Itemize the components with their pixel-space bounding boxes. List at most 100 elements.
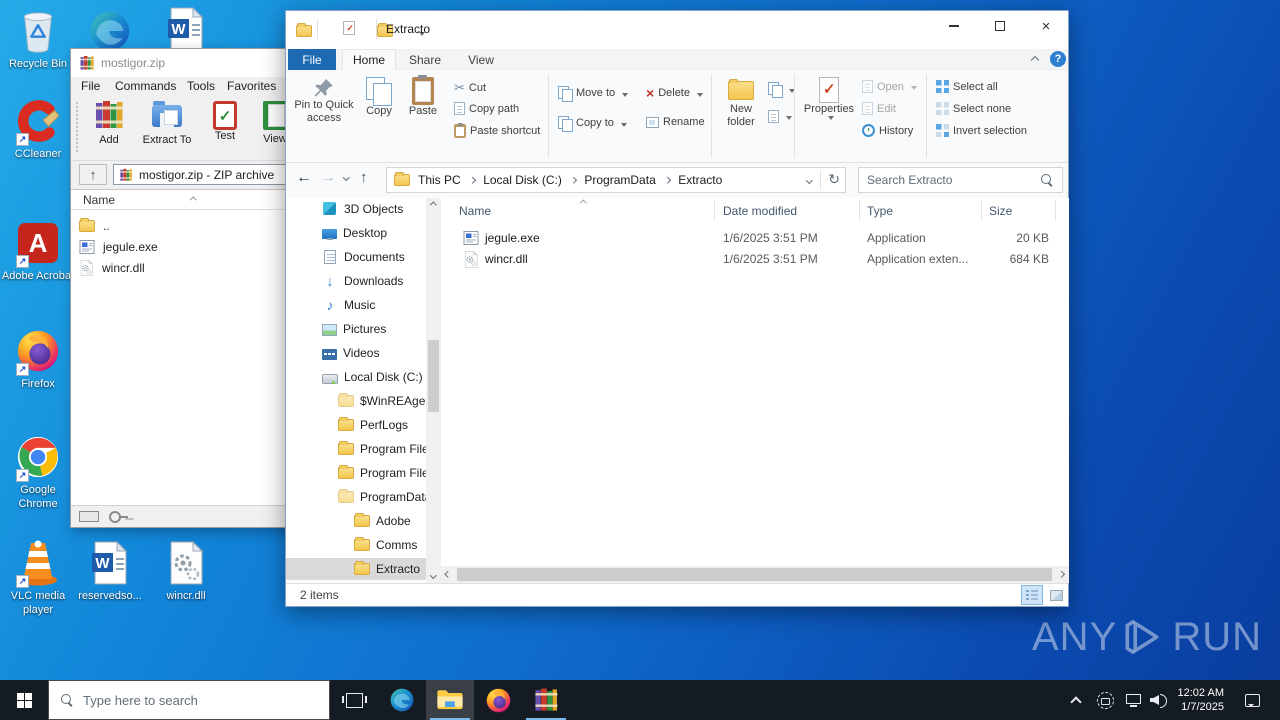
tab-file[interactable]: File <box>288 49 336 70</box>
menu-commands[interactable]: Commands <box>115 79 176 93</box>
refresh-icon[interactable]: ↻ <box>828 172 840 186</box>
desktop-icon-vlc[interactable]: ↗ VLC media player <box>0 538 76 618</box>
search-input[interactable] <box>859 173 1041 187</box>
breadcrumb-separator-icon[interactable] <box>663 176 671 184</box>
nav-item-pictures[interactable]: Pictures <box>286 318 426 340</box>
column-header-date[interactable]: Date modified <box>723 204 797 218</box>
address-dropdown-icon[interactable] <box>805 177 812 184</box>
nav-item-adobe[interactable]: Adobe <box>286 510 426 532</box>
menu-tools[interactable]: Tools <box>187 79 215 93</box>
help-button[interactable]: ? <box>1050 51 1066 67</box>
maximize-button[interactable] <box>977 11 1023 41</box>
desktop-icon-google-chrome[interactable]: ↗ Google Chrome <box>0 432 76 512</box>
nav-item-program-files[interactable]: Program Files <box>286 438 426 460</box>
recent-locations-dropdown[interactable] <box>343 174 350 181</box>
menu-favorites[interactable]: Favorites <box>227 79 276 93</box>
history-button[interactable]: History <box>862 124 913 137</box>
tab-share[interactable]: Share <box>398 49 452 70</box>
close-button[interactable]: × <box>1023 11 1069 41</box>
cut-button[interactable]: ✂ Cut <box>454 80 486 96</box>
desktop-icon-reservedso[interactable]: reservedso... <box>72 538 148 604</box>
move-to-button[interactable]: Move to <box>558 86 629 102</box>
new-item-button[interactable] <box>768 82 795 98</box>
nav-item-extracto[interactable]: Extracto <box>286 558 426 580</box>
ribbon-collapse-icon[interactable] <box>1030 55 1040 65</box>
nav-item-program-files-x86[interactable]: Program Files <box>286 462 426 484</box>
taskbar-clock[interactable]: 12:02 AM 1/7/2025 <box>1172 680 1228 720</box>
copy-path-button[interactable]: Copy path <box>454 102 519 115</box>
tray-meet-now[interactable] <box>1092 680 1118 720</box>
explorer-titlebar[interactable]: Extracto × <box>286 11 1068 49</box>
thumbnail-view-toggle[interactable] <box>1045 585 1067 605</box>
nav-item-perflogs[interactable]: PerfLogs <box>286 414 426 436</box>
desktop-icon-ccleaner[interactable]: ↗ CCleaner <box>0 96 76 162</box>
select-all-button[interactable]: Select all <box>936 80 998 93</box>
nav-item-winreagent[interactable]: $WinREAgent <box>286 390 426 412</box>
action-center-button[interactable] <box>1232 680 1272 720</box>
nav-item-music[interactable]: ♪ Music <box>286 294 426 316</box>
copy-to-button[interactable]: Copy to <box>558 116 627 132</box>
easy-access-button[interactable] <box>768 110 792 123</box>
properties-button[interactable]: Properties <box>801 77 857 123</box>
winrar-extract-button[interactable]: Extract To <box>135 99 199 146</box>
winrar-up-button[interactable]: ↑ <box>79 164 107 185</box>
nav-item-documents[interactable]: Documents <box>286 246 426 268</box>
breadcrumb-extracto[interactable]: Extracto <box>678 173 722 187</box>
edit-button[interactable]: Edit <box>862 102 896 115</box>
file-pane-hscrollbar[interactable] <box>441 566 1069 583</box>
taskbar-firefox-button[interactable] <box>474 680 522 720</box>
invert-selection-button[interactable]: Invert selection <box>936 124 1027 137</box>
nav-item-comms[interactable]: Comms <box>286 534 426 556</box>
desktop-icon-wincr-dll[interactable]: wincr.dll <box>148 538 224 604</box>
desktop-icon-firefox[interactable]: ↗ Firefox <box>0 326 76 392</box>
up-button[interactable]: ↑ <box>360 170 368 185</box>
breadcrumb-separator-icon[interactable] <box>468 176 476 184</box>
desktop-icon-recycle-bin[interactable]: Recycle Bin <box>0 6 76 72</box>
pin-to-quick-access-button[interactable]: Pin to Quick access <box>293 77 355 125</box>
taskbar-explorer-button[interactable] <box>426 680 474 720</box>
breadcrumb-local-disk[interactable]: Local Disk (C:) <box>483 173 562 187</box>
breadcrumb-this-pc[interactable]: This PC <box>418 173 461 187</box>
file-row-jegule[interactable]: jegule.exe 1/6/2025 3:51 PM Application … <box>441 228 1069 249</box>
nav-item-programdata[interactable]: ProgramData <box>286 486 426 508</box>
tray-network[interactable] <box>1120 680 1146 720</box>
column-header-size[interactable]: Size <box>989 204 1012 218</box>
rename-button[interactable]: Rename <box>646 116 705 128</box>
taskbar-search-input[interactable] <box>83 692 329 708</box>
breadcrumb-programdata[interactable]: ProgramData <box>584 173 655 187</box>
column-header-type[interactable]: Type <box>867 204 893 218</box>
back-button[interactable]: ← <box>296 170 312 186</box>
nav-item-local-disk[interactable]: Local Disk (C:) <box>286 366 426 388</box>
breadcrumb-separator-icon[interactable] <box>569 176 577 184</box>
task-view-button[interactable] <box>330 680 378 720</box>
search-box[interactable] <box>858 167 1063 193</box>
nav-item-desktop[interactable]: Desktop <box>286 222 426 244</box>
select-none-button[interactable]: Select none <box>936 102 1011 115</box>
winrar-test-button[interactable]: ✓ Test <box>201 99 249 142</box>
start-button[interactable] <box>0 680 48 720</box>
nav-item-downloads[interactable]: ↓ Downloads <box>286 270 426 292</box>
forward-button[interactable]: → <box>320 170 336 186</box>
taskbar-search[interactable] <box>48 680 330 720</box>
taskbar-winrar-button[interactable] <box>522 680 570 720</box>
search-icon[interactable] <box>1041 173 1054 187</box>
nav-item-videos[interactable]: Videos <box>286 342 426 364</box>
tray-volume[interactable] <box>1146 680 1172 720</box>
nav-scrollbar-thumb[interactable] <box>428 340 439 412</box>
new-folder-button[interactable]: New folder <box>718 77 764 129</box>
nav-scrollbar[interactable] <box>426 198 441 583</box>
paste-shortcut-button[interactable]: Paste shortcut <box>454 122 540 138</box>
copy-button[interactable]: Copy <box>358 77 400 118</box>
qat-properties-icon[interactable] <box>343 21 356 35</box>
address-bar[interactable]: This PC Local Disk (C:) ProgramData Extr… <box>386 167 846 193</box>
minimize-button[interactable] <box>931 11 977 41</box>
tab-view[interactable]: View <box>454 49 508 70</box>
menu-file[interactable]: File <box>81 79 100 93</box>
column-header-name[interactable]: Name <box>459 204 491 218</box>
open-button[interactable]: Open <box>862 80 917 93</box>
details-view-toggle[interactable] <box>1021 585 1043 605</box>
desktop-icon-adobe-acrobat[interactable]: ↗ Adobe Acrobat <box>0 218 76 284</box>
desktop-icon-word-document[interactable] <box>148 4 224 54</box>
column-name[interactable]: Name <box>83 193 115 207</box>
file-row-wincr[interactable]: wincr.dll 1/6/2025 3:51 PM Application e… <box>441 249 1069 270</box>
